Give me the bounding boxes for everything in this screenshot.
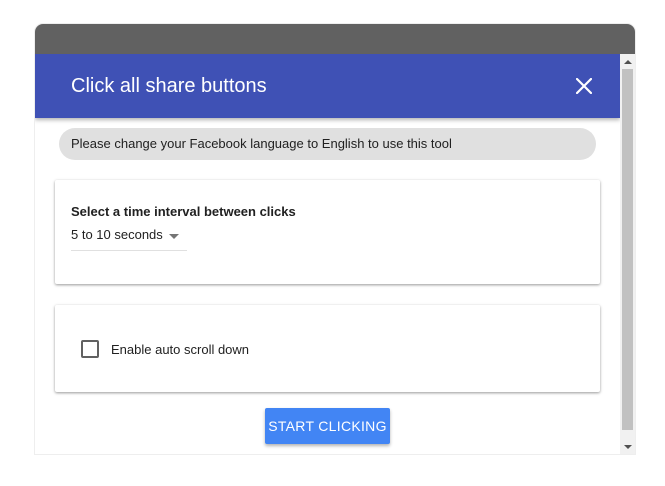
interval-selected-value: 5 to 10 seconds — [71, 227, 163, 242]
close-icon — [576, 78, 592, 94]
scroll-up-button[interactable] — [620, 54, 635, 69]
auto-scroll-card: Enable auto scroll down — [55, 305, 600, 392]
scroll-down-button[interactable] — [620, 439, 635, 454]
auto-scroll-option[interactable]: Enable auto scroll down — [81, 340, 249, 358]
dialog-header: Click all share buttons — [35, 54, 620, 118]
interval-card: Select a time interval between clicks 5 … — [55, 180, 600, 284]
window-titlebar[interactable] — [35, 24, 635, 54]
dialog-title: Click all share buttons — [71, 75, 267, 97]
dropdown-arrow-icon — [169, 234, 179, 239]
close-button[interactable] — [570, 72, 598, 100]
start-clicking-button[interactable]: START CLICKING — [265, 408, 390, 444]
arrow-up-icon — [623, 59, 632, 64]
auto-scroll-checkbox[interactable] — [81, 340, 99, 358]
vertical-scrollbar[interactable] — [620, 54, 635, 454]
interval-label: Select a time interval between clicks — [71, 204, 296, 219]
arrow-down-icon — [623, 444, 632, 449]
auto-scroll-label: Enable auto scroll down — [111, 341, 250, 357]
language-notice: Please change your Facebook language to … — [59, 128, 596, 160]
extension-window: Click all share buttons Please change yo… — [35, 24, 635, 454]
interval-select[interactable]: 5 to 10 seconds — [71, 224, 187, 251]
dialog-viewport: Click all share buttons Please change yo… — [35, 54, 620, 454]
scrollbar-thumb[interactable] — [622, 69, 633, 430]
